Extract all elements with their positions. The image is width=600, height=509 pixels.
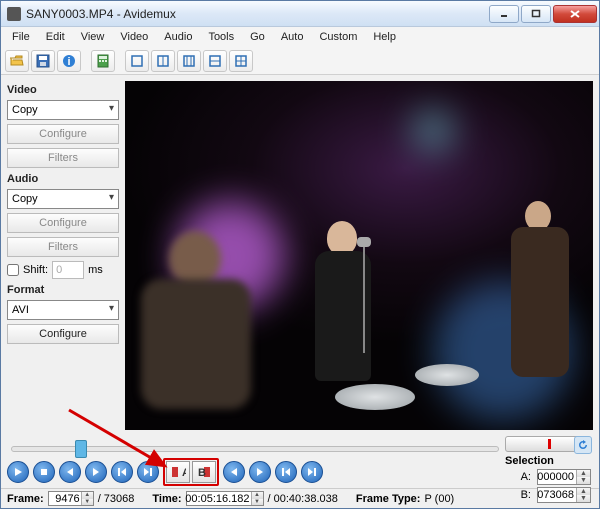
goto-start-button[interactable] <box>275 461 297 483</box>
selection-refresh-button[interactable] <box>574 436 592 454</box>
goto-end-button[interactable] <box>301 461 323 483</box>
calculator-button[interactable] <box>91 50 115 72</box>
open-button[interactable] <box>5 50 29 72</box>
prev-frame-button[interactable] <box>59 461 81 483</box>
transport-area: Selection A: 000000▲▼ B: 073068▲▼ A B <box>1 436 599 488</box>
app-window: SANY0003.MP4 - Avidemux File Edit View V… <box>0 0 600 509</box>
audio-configure-button[interactable]: Configure <box>7 213 119 233</box>
frametype-value: P (00) <box>424 493 454 505</box>
menu-video[interactable]: Video <box>113 29 155 45</box>
format-value: AVI <box>12 304 29 316</box>
svg-text:i: i <box>67 56 70 68</box>
video-configure-button[interactable]: Configure <box>7 124 119 144</box>
selection-b-input[interactable]: 073068▲▼ <box>537 487 591 503</box>
menu-go[interactable]: Go <box>243 29 272 45</box>
video-codec-value: Copy <box>12 104 38 116</box>
info-button[interactable]: i <box>57 50 81 72</box>
menu-edit[interactable]: Edit <box>39 29 72 45</box>
timeline-thumb[interactable] <box>75 440 87 458</box>
video-codec-combo[interactable]: Copy <box>7 100 119 120</box>
format-section-label: Format <box>7 284 119 296</box>
frametype-label: Frame Type: <box>356 493 421 505</box>
set-marker-b-button[interactable]: B <box>192 461 216 483</box>
next-frame-button[interactable] <box>85 461 107 483</box>
shift-label: Shift: <box>23 264 48 276</box>
frame-label: Frame: <box>7 493 44 505</box>
selection-panel: Selection A: 000000▲▼ B: 073068▲▼ <box>505 436 591 503</box>
selection-scrub[interactable] <box>505 436 591 452</box>
close-button[interactable] <box>553 5 597 23</box>
next-black-frame-button[interactable] <box>249 461 271 483</box>
time-total: / 00:40:38.038 <box>268 493 338 505</box>
layout-b-button[interactable] <box>151 50 175 72</box>
prev-keyframe-button[interactable] <box>111 461 133 483</box>
timeline-slider[interactable] <box>11 446 499 452</box>
window-title: SANY0003.MP4 - Avidemux <box>26 7 487 21</box>
shift-checkbox[interactable] <box>7 264 19 276</box>
audio-section-label: Audio <box>7 173 119 185</box>
audio-codec-combo[interactable]: Copy <box>7 189 119 209</box>
layout-a-button[interactable] <box>125 50 149 72</box>
prev-black-frame-button[interactable] <box>223 461 245 483</box>
stop-button[interactable] <box>33 461 55 483</box>
next-keyframe-button[interactable] <box>137 461 159 483</box>
body: Video Copy Configure Filters Audio Copy … <box>1 75 599 436</box>
play-button[interactable] <box>7 461 29 483</box>
sidebar: Video Copy Configure Filters Audio Copy … <box>1 75 125 436</box>
selection-label: Selection <box>505 455 591 467</box>
layout-c-button[interactable] <box>177 50 201 72</box>
format-configure-button[interactable]: Configure <box>7 324 119 344</box>
maximize-button[interactable] <box>521 5 551 23</box>
audio-codec-value: Copy <box>12 193 38 205</box>
menubar: File Edit View Video Audio Tools Go Auto… <box>1 27 599 47</box>
save-button[interactable] <box>31 50 55 72</box>
selection-a-label: A: <box>521 471 531 483</box>
format-combo[interactable]: AVI <box>7 300 119 320</box>
video-preview <box>125 81 593 430</box>
svg-text:B: B <box>198 467 206 479</box>
layout-d-button[interactable] <box>203 50 227 72</box>
shift-unit: ms <box>88 264 103 276</box>
titlebar: SANY0003.MP4 - Avidemux <box>1 1 599 27</box>
ab-mark-group: A B <box>163 458 219 486</box>
selection-b-label: B: <box>521 489 531 501</box>
time-label: Time: <box>152 493 181 505</box>
frame-input[interactable]: 9476▲▼ <box>48 491 94 506</box>
video-section-label: Video <box>7 84 119 96</box>
app-icon <box>7 7 21 21</box>
menu-audio[interactable]: Audio <box>157 29 199 45</box>
shift-input[interactable]: 0 <box>52 261 84 279</box>
layout-e-button[interactable] <box>229 50 253 72</box>
menu-auto[interactable]: Auto <box>274 29 311 45</box>
menu-file[interactable]: File <box>5 29 37 45</box>
menu-tools[interactable]: Tools <box>201 29 241 45</box>
selection-a-input[interactable]: 000000▲▼ <box>537 469 591 485</box>
svg-text:A: A <box>182 467 186 479</box>
frame-total: / 73068 <box>98 493 135 505</box>
menu-view[interactable]: View <box>74 29 112 45</box>
menu-custom[interactable]: Custom <box>312 29 364 45</box>
minimize-button[interactable] <box>489 5 519 23</box>
video-filters-button[interactable]: Filters <box>7 148 119 168</box>
menu-help[interactable]: Help <box>366 29 403 45</box>
toolbar: i <box>1 47 599 75</box>
set-marker-a-button[interactable]: A <box>166 461 190 483</box>
audio-filters-button[interactable]: Filters <box>7 237 119 257</box>
time-input[interactable]: 00:05:16.182▲▼ <box>186 491 264 506</box>
